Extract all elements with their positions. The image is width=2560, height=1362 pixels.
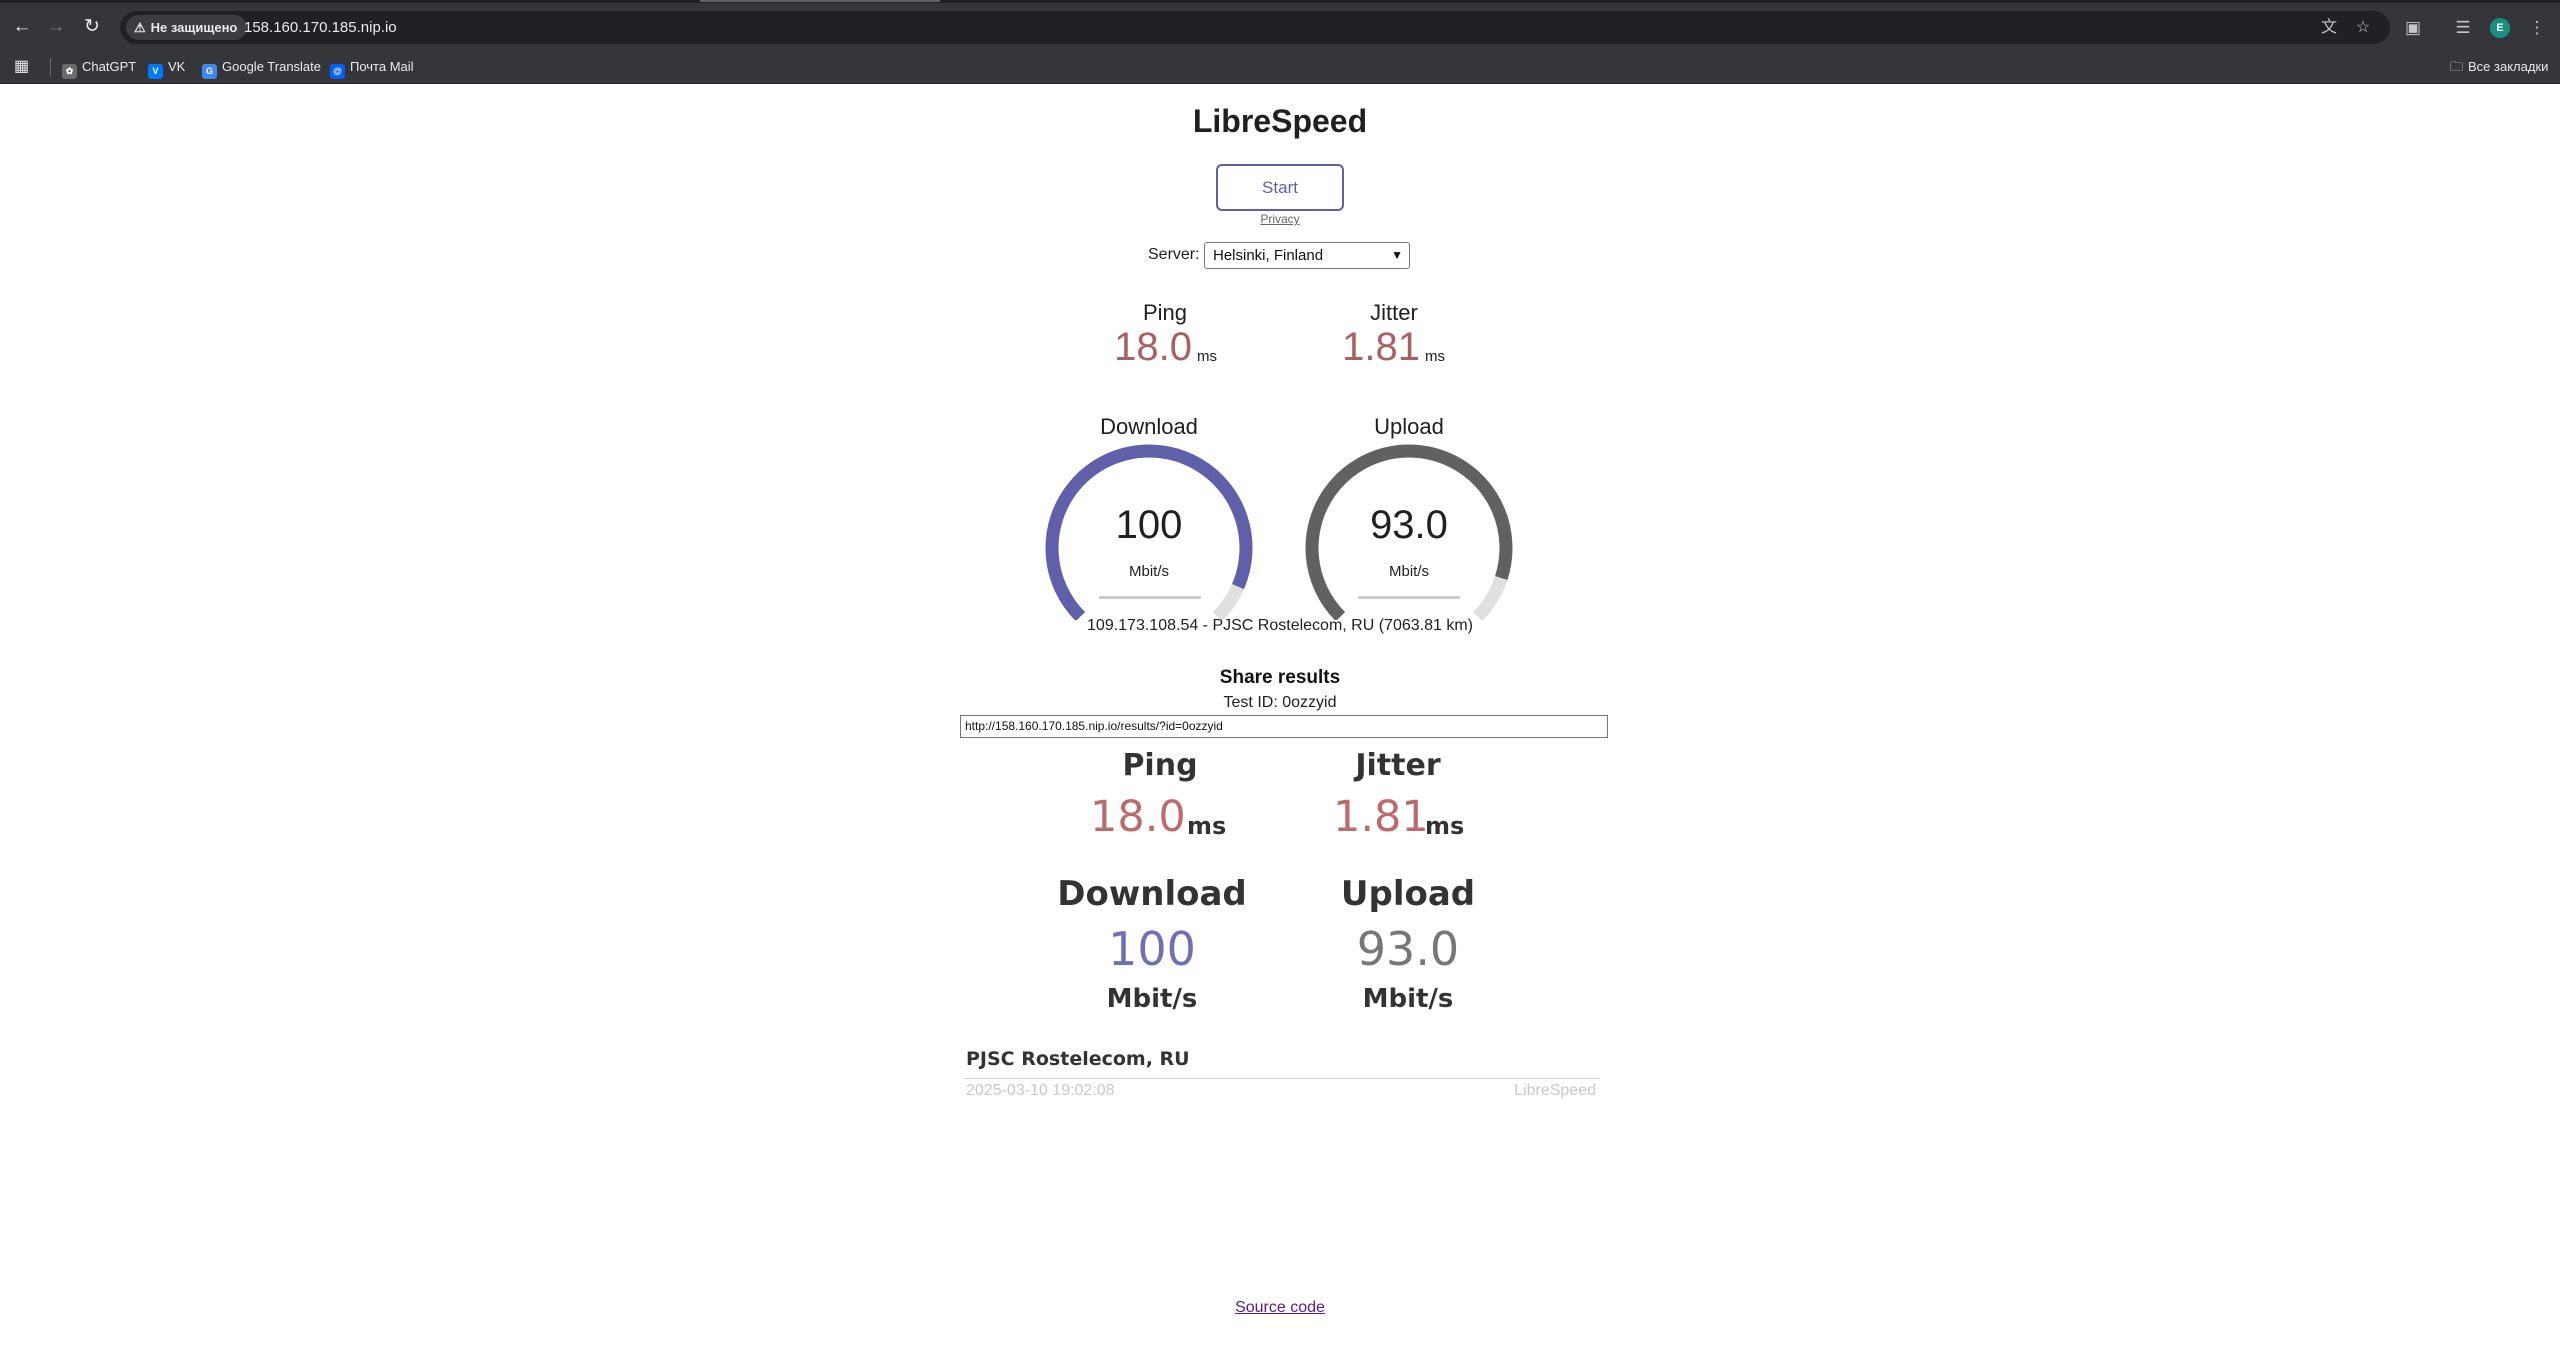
translate-icon[interactable]: 文: [2316, 15, 2342, 41]
star-icon[interactable]: ☆: [2350, 15, 2376, 41]
warning-icon: ⚠: [134, 20, 146, 35]
server-selected-value: Helsinki, Finland: [1213, 247, 1324, 264]
card-brand: LibreSpeed: [1514, 1082, 1596, 1099]
security-label: Не защищено: [150, 20, 238, 35]
card-isp: PJSC Rostelecom, RU: [966, 1048, 1190, 1070]
ip-info: 109.173.108.54 - PJSC Rostelecom, RU (70…: [1087, 617, 1473, 634]
card-timestamp: 2025-03-10 19:02:08: [966, 1082, 1115, 1099]
folder-icon: 🗀: [2450, 59, 2464, 74]
security-chip[interactable]: ⚠ Не защищено: [126, 15, 248, 40]
download-progress-bar: [1099, 596, 1201, 599]
ping-unit: ms: [1197, 348, 1217, 365]
upload-gauge-value: 93.0: [1370, 503, 1448, 547]
all-bookmarks[interactable]: 🗀 Все закладки: [2450, 56, 2548, 78]
server-label: Server:: [1148, 246, 1200, 263]
card-jitter-unit: ms: [1425, 812, 1465, 840]
apps-icon[interactable]: ▦: [14, 56, 29, 78]
reload-icon[interactable]: ↻: [80, 15, 104, 39]
card-download-unit: Mbit/s: [1106, 984, 1198, 1014]
jitter-value: 1.81: [1342, 325, 1420, 369]
google-translate-icon: G: [202, 64, 217, 79]
extensions-icon[interactable]: ▣: [2400, 15, 2426, 41]
bookmarks-divider: [50, 58, 51, 76]
upload-label: Upload: [1374, 414, 1444, 439]
bookmark-google-translate[interactable]: G Google Translate: [202, 56, 321, 79]
bookmark-chatgpt[interactable]: ✿ ChatGPT: [62, 56, 136, 79]
download-label: Download: [1100, 414, 1198, 439]
card-divider: [964, 1078, 1600, 1079]
profile-avatar[interactable]: E: [2490, 18, 2510, 38]
card-jitter-label: Jitter: [1355, 748, 1441, 783]
card-jitter-value: 1.81: [1333, 792, 1429, 842]
privacy-link: Privacy: [1260, 212, 1300, 226]
active-tab-indicator: [700, 0, 940, 2]
share-url-input[interactable]: http://158.160.170.185.nip.io/results/?i…: [960, 715, 1608, 738]
card-ping-label: Ping: [1122, 748, 1198, 783]
bookmark-vk[interactable]: V VK: [148, 56, 185, 79]
menu-icon[interactable]: ⋮: [2524, 15, 2550, 41]
ping-label: Ping: [1142, 300, 1188, 325]
jitter-label: Jitter: [1370, 300, 1418, 325]
test-id: Test ID: 0ozzyid: [1223, 694, 1337, 711]
card-ping-unit: ms: [1187, 812, 1227, 840]
start-button[interactable]: Start: [1216, 164, 1344, 211]
download-gauge-unit: Mbit/s: [1128, 563, 1169, 580]
share-results-heading: Share results: [1219, 667, 1341, 688]
mail-icon: @: [330, 64, 345, 79]
server-select[interactable]: Helsinki, Finland ▼: [1204, 242, 1410, 269]
chevron-down-icon: ▼: [1391, 248, 1403, 262]
ping-value: 18.0: [1114, 325, 1192, 369]
media-icon[interactable]: ☰: [2450, 15, 2476, 41]
address-bar[interactable]: ⚠ Не защищено 158.160.170.185.nip.io 文 ☆: [120, 11, 2390, 44]
jitter-unit: ms: [1425, 348, 1445, 365]
source-code-link: Source code: [1235, 1299, 1325, 1316]
upload-gauge-unit: Mbit/s: [1388, 563, 1429, 580]
forward-icon[interactable]: →: [44, 15, 68, 39]
page-title: LibreSpeed: [1192, 103, 1368, 139]
download-gauge-value: 100: [1115, 503, 1183, 547]
chatgpt-icon: ✿: [62, 64, 77, 79]
bookmark-mail[interactable]: @ Почта Mail: [330, 56, 414, 79]
card-download-value: 100: [1108, 922, 1196, 976]
back-icon[interactable]: ←: [10, 15, 34, 39]
browser-toolbar: ← → ↻ ⚠ Не защищено 158.160.170.185.nip.i…: [0, 3, 2560, 50]
bookmarks-bar: ▦ ✿ ChatGPT V VK G Google Translate @ Почта …: [0, 50, 2560, 84]
card-upload-unit: Mbit/s: [1362, 984, 1454, 1014]
card-download-label: Download: [1057, 874, 1247, 914]
upload-progress-bar: [1358, 596, 1460, 599]
card-ping-value: 18.0: [1090, 792, 1186, 842]
card-upload-label: Upload: [1340, 874, 1476, 914]
card-upload-value: 93.0: [1356, 922, 1460, 976]
vk-icon: V: [148, 64, 163, 79]
url-text[interactable]: 158.160.170.185.nip.io: [244, 11, 397, 44]
